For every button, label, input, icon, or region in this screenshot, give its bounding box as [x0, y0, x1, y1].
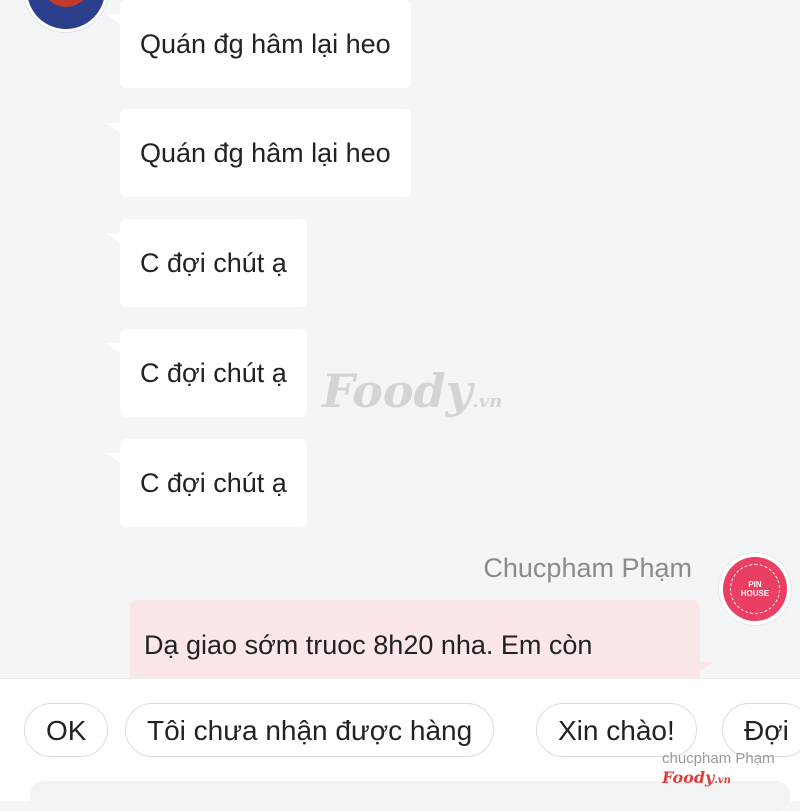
- sender-name: Chucpham Phạm: [483, 553, 692, 583]
- quick-reply-wait[interactable]: Đợi: [722, 703, 800, 757]
- message-text: Quán đg hâm lại heo: [140, 29, 391, 59]
- watermark-suffix: .vn: [472, 391, 503, 412]
- chat-thread: Quán đg hâm lại heo Quán đg hâm lại heo …: [0, 0, 800, 678]
- incoming-message[interactable]: Quán đg hâm lại heo: [106, 109, 411, 197]
- quick-reply-hello[interactable]: Xin chào!: [536, 703, 697, 757]
- message-text: C đợi chút ạ: [140, 358, 287, 388]
- footer-suffix: .vn: [714, 775, 731, 786]
- incoming-message[interactable]: Quán đg hâm lại heo: [106, 0, 411, 88]
- incoming-message[interactable]: C đợi chút ạ: [106, 219, 307, 307]
- watermark-brand: Foody: [322, 364, 473, 418]
- shop-logo: PIN HOUSE: [723, 557, 787, 621]
- incoming-message[interactable]: C đợi chút ạ: [106, 439, 307, 527]
- shop-avatar[interactable]: PIN HOUSE: [719, 553, 791, 625]
- outgoing-message[interactable]: Dạ giao sớm truoc 8h20 nha. Em còn: [130, 600, 714, 678]
- shop-logo-ring: PIN HOUSE: [730, 564, 780, 614]
- message-text: Dạ giao sớm truoc 8h20 nha. Em còn: [144, 630, 593, 660]
- foody-watermark: Foody.vn: [322, 364, 502, 418]
- footer-username: chucpham Phạm: [662, 750, 775, 767]
- quick-reply-not-received[interactable]: Tôi chưa nhận được hàng: [125, 703, 495, 757]
- footer-brand: Foody: [662, 768, 715, 787]
- incoming-message[interactable]: C đợi chút ạ: [106, 329, 307, 417]
- message-text: C đợi chút ạ: [140, 468, 287, 498]
- message-text: C đợi chút ạ: [140, 248, 287, 278]
- shop-logo-line2: HOUSE: [740, 589, 770, 598]
- message-text: Quán đg hâm lại heo: [140, 138, 391, 168]
- shop-logo-line1: PIN: [748, 580, 762, 589]
- quick-reply-ok[interactable]: OK: [24, 703, 109, 757]
- footer-foody-logo: Foody.vn: [662, 768, 731, 787]
- peer-avatar[interactable]: [24, 0, 108, 32]
